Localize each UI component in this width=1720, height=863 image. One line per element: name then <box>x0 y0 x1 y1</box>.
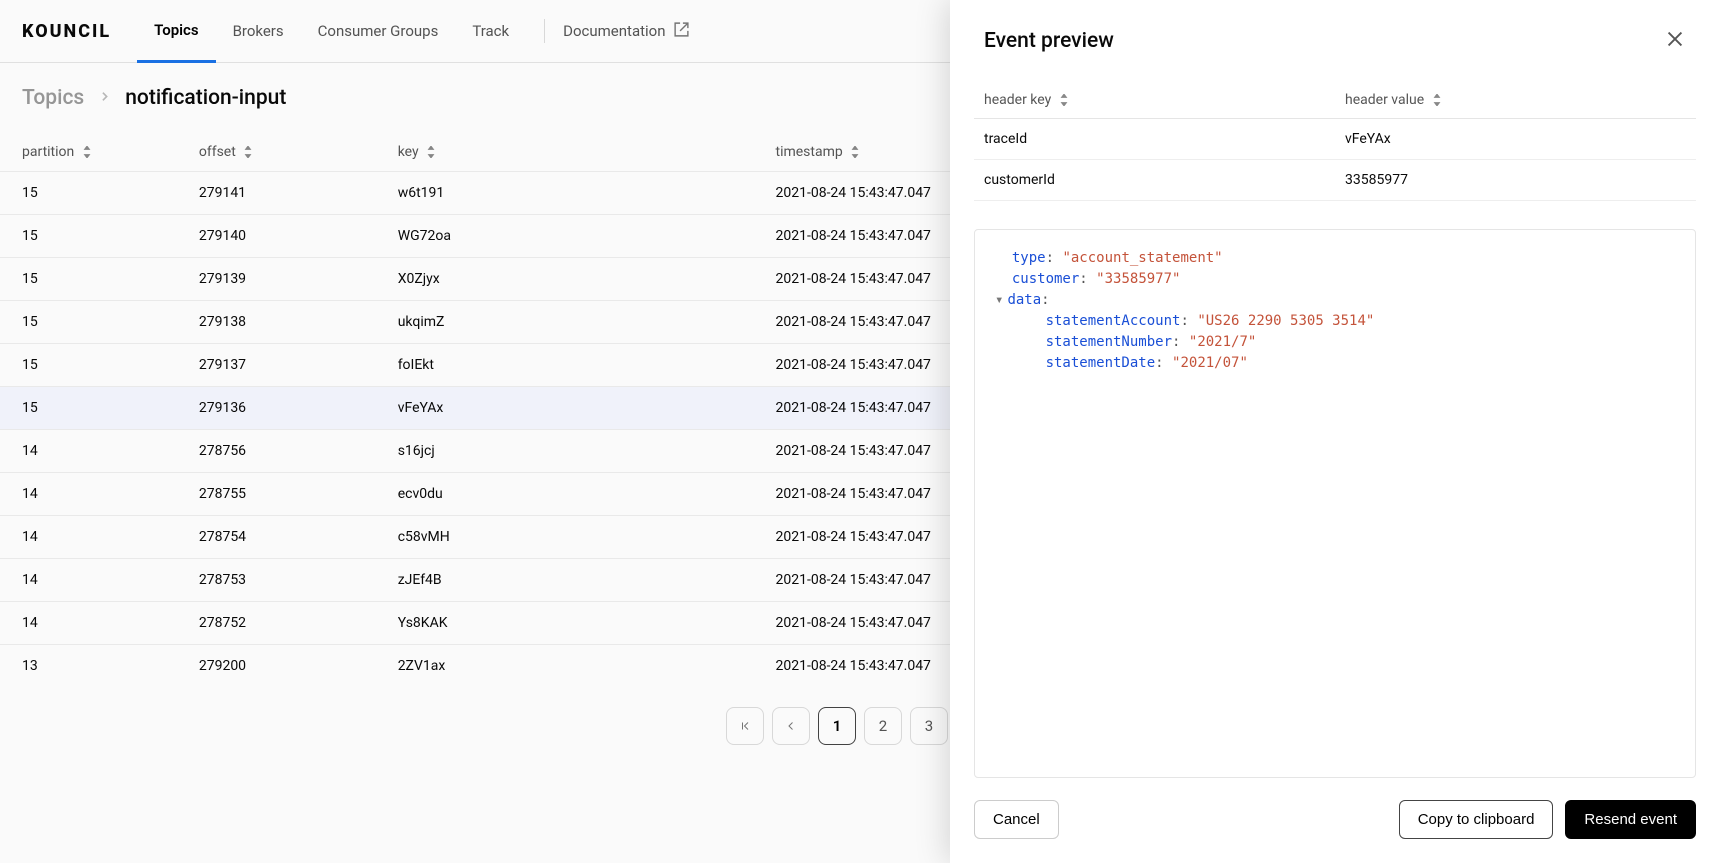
header-row: customerId33585977 <box>974 160 1696 201</box>
header-value-cell: 33585977 <box>1335 160 1696 201</box>
drawer-header: Event preview <box>950 0 1720 74</box>
sort-icon <box>1055 92 1069 108</box>
sort-icon <box>1428 92 1442 108</box>
col-header-key[interactable]: header key <box>974 82 1335 119</box>
drawer-title: Event preview <box>984 29 1114 53</box>
col-header-key-label: header key <box>984 92 1051 108</box>
payload-json-viewer[interactable]: type: "account_statement" customer: "335… <box>974 229 1696 778</box>
header-row: traceIdvFeYAx <box>974 119 1696 160</box>
copy-to-clipboard-button[interactable]: Copy to clipboard <box>1399 800 1554 839</box>
header-key-cell: customerId <box>974 160 1335 201</box>
col-header-value[interactable]: header value <box>1335 82 1696 119</box>
header-value-cell: vFeYAx <box>1335 119 1696 160</box>
cancel-button[interactable]: Cancel <box>974 800 1059 839</box>
event-preview-drawer: Event preview header key header value tr… <box>950 0 1720 863</box>
close-button[interactable] <box>1664 28 1686 54</box>
resend-event-button[interactable]: Resend event <box>1565 800 1696 839</box>
drawer-footer: Cancel Copy to clipboard Resend event <box>950 778 1720 863</box>
close-icon <box>1664 38 1686 54</box>
headers-table: header key header value traceIdvFeYAxcus… <box>974 82 1696 201</box>
header-key-cell: traceId <box>974 119 1335 160</box>
col-header-value-label: header value <box>1345 92 1424 108</box>
